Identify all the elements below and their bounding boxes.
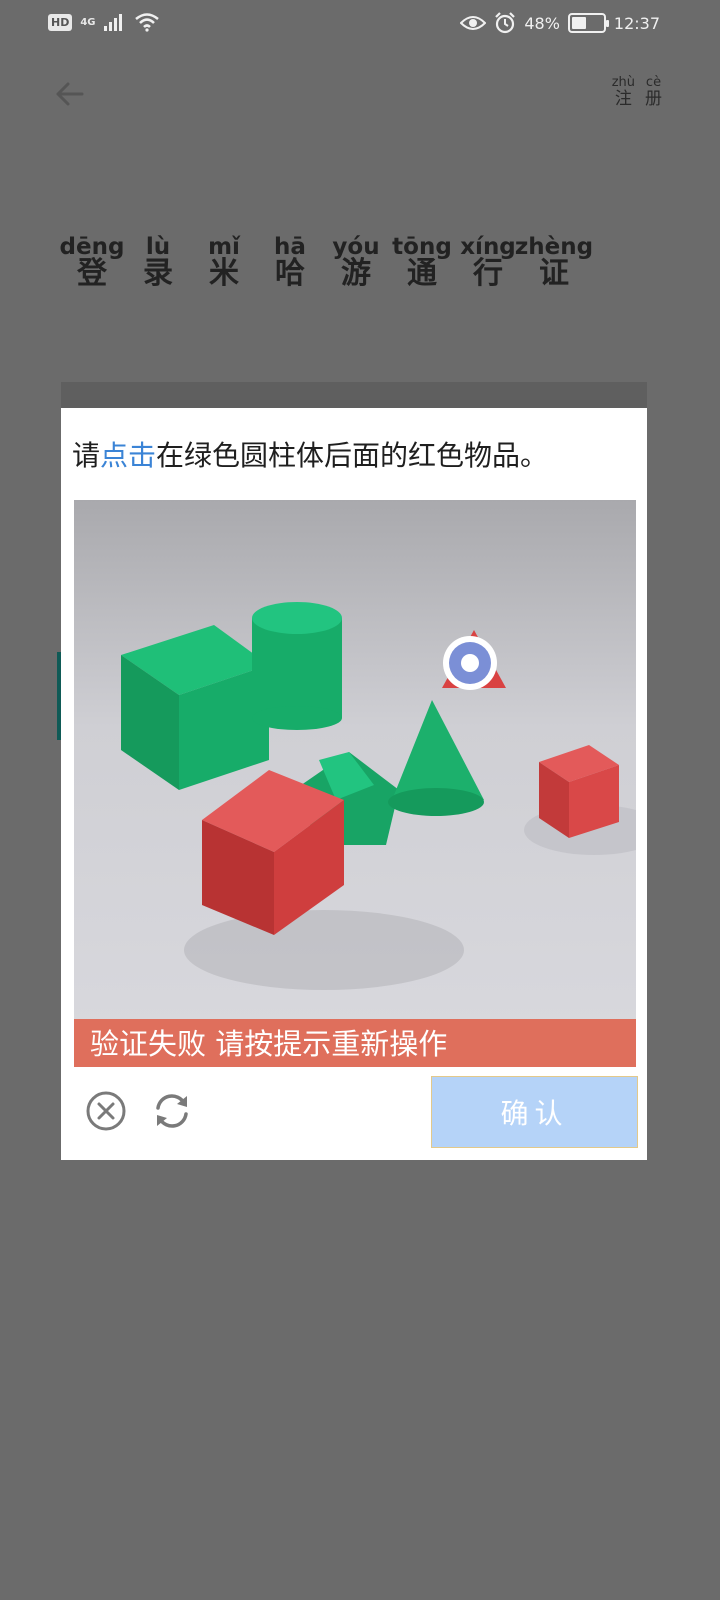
title-char: tōng 通: [392, 234, 452, 291]
red-small-cube: [539, 745, 619, 838]
register-char: zhù 注: [612, 76, 635, 108]
title-char: mǐ 米: [208, 234, 240, 291]
wifi-icon: [134, 13, 159, 32]
alarm-icon: [495, 12, 516, 34]
instruction-prefix: 请: [72, 439, 101, 472]
eye-icon: [460, 16, 487, 30]
title-char: zhèng 证: [514, 234, 594, 291]
confirm-button[interactable]: 确认: [431, 1076, 638, 1148]
register-char: cè 册: [645, 76, 662, 108]
arrow-left-icon: [56, 82, 84, 106]
pinyin: cè: [645, 75, 662, 90]
error-banner: 验证失败 请按提示重新操作: [74, 1019, 636, 1067]
pinyin: zhù: [611, 75, 635, 90]
network-type: 4G: [80, 16, 96, 28]
hd-badge: HD: [48, 13, 73, 31]
back-button[interactable]: [52, 76, 88, 112]
close-circle-icon: [86, 1091, 126, 1131]
hanzi: 注: [614, 89, 632, 109]
battery-icon: [567, 13, 609, 33]
close-button[interactable]: [85, 1090, 127, 1132]
background-form-strip: [61, 382, 647, 408]
refresh-button[interactable]: [151, 1090, 193, 1132]
battery-percent: 48%: [524, 13, 560, 33]
title-char: lù 录: [143, 234, 173, 291]
instruction-suffix: 在绿色圆柱体后面的红色物品。: [156, 439, 549, 472]
battery-fill: [571, 17, 587, 29]
instruction-highlight: 点击: [100, 439, 157, 472]
green-cylinder: [252, 602, 342, 730]
captcha-instruction: 请点击在绿色圆柱体后面的红色物品。: [72, 434, 548, 474]
page-title: dēng 登 lù 录 mǐ 米 hā 哈 yóu 游 tōng 通 xíng 行 zhèng…: [59, 234, 594, 291]
captcha-image[interactable]: 验证失败 请按提示重新操作: [74, 500, 636, 1067]
title-char: hā 哈: [274, 234, 306, 291]
title-char: yóu 游: [332, 234, 380, 291]
register-link[interactable]: zhù 注 cè 册: [612, 76, 662, 108]
signal-icon: [103, 14, 122, 31]
captcha-dialog: 请点击在绿色圆柱体后面的红色物品。 验证失败 请按提示重新操作 确认: [61, 408, 647, 1160]
green-cube: [121, 625, 269, 790]
hanzi: 册: [645, 89, 662, 109]
clock: 12:37: [613, 13, 660, 33]
title-char: dēng 登: [59, 234, 125, 291]
green-cone: [388, 700, 484, 816]
status-bar: HD 4G 48% 12:37: [0, 0, 720, 50]
title-char: xíng 行: [460, 234, 516, 291]
click-marker: [443, 636, 497, 690]
refresh-icon: [156, 1094, 188, 1128]
